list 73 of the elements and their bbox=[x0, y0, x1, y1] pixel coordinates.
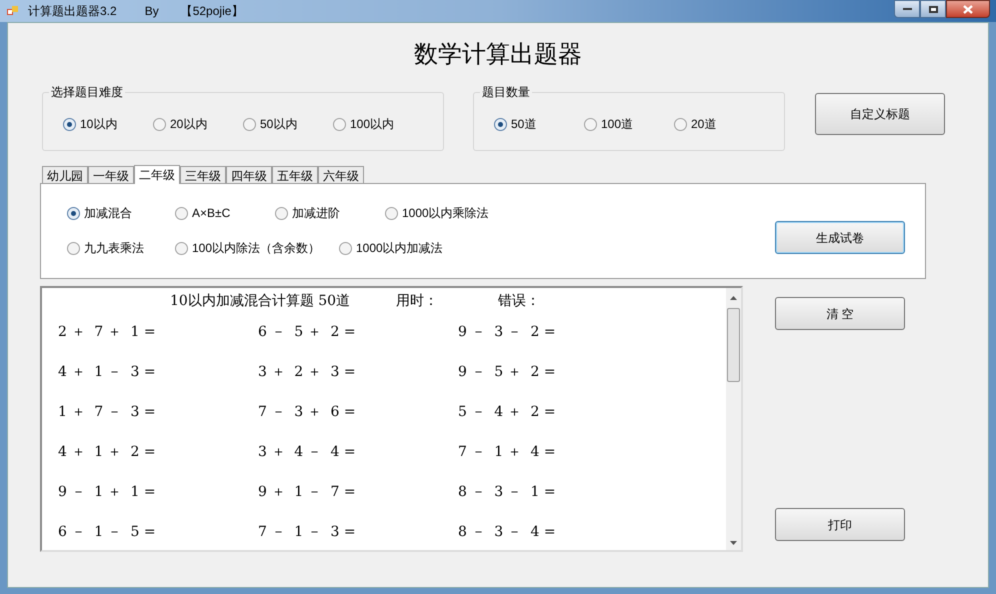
radio-button[interactable] bbox=[674, 118, 687, 130]
radio-option[interactable]: 加减混合 bbox=[67, 204, 175, 222]
scroll-down-icon[interactable] bbox=[730, 541, 737, 545]
app-heading: 数学计算出题器 bbox=[414, 40, 582, 70]
error-label: 错误： bbox=[498, 292, 540, 310]
radio-option[interactable]: 加减进阶 bbox=[275, 204, 385, 222]
grade-tab[interactable]: 幼儿园 bbox=[42, 166, 88, 183]
generate-button[interactable]: 生成试卷 bbox=[775, 221, 905, 254]
radio-option[interactable]: 1000以内加减法 bbox=[339, 239, 479, 257]
window-title: By bbox=[144, 3, 159, 20]
grade-tab[interactable]: 二年级 bbox=[134, 165, 180, 184]
math-problem: 6 － 1 － 5 = bbox=[58, 522, 157, 542]
grade-tab[interactable]: 五年级 bbox=[272, 166, 318, 183]
grade-tab[interactable]: 三年级 bbox=[180, 166, 226, 183]
radio-button[interactable] bbox=[67, 242, 80, 254]
math-problem: 7 － 1 ＋ 4 = bbox=[458, 442, 557, 462]
math-problem: 9 － 3 － 2 = bbox=[458, 322, 557, 342]
close-button[interactable] bbox=[946, 0, 990, 18]
math-problem: 1 ＋ 7 － 3 = bbox=[58, 402, 157, 422]
radio-button[interactable] bbox=[333, 118, 346, 130]
custom-title-button[interactable]: 自定义标题 bbox=[815, 93, 945, 135]
math-problem: 4 ＋ 1 ＋ 2 = bbox=[58, 442, 157, 462]
math-problem: 3 ＋ 4 － 4 = bbox=[258, 442, 357, 462]
maximize-button[interactable] bbox=[920, 0, 946, 18]
window-title: 计算题出题器3.2 bbox=[28, 3, 117, 20]
radio-option[interactable]: 100道 bbox=[584, 115, 674, 133]
radio-option[interactable]: 100以内除法（含余数） bbox=[175, 239, 339, 257]
group-label: 选择题目难度 bbox=[50, 84, 124, 101]
radio-button[interactable] bbox=[275, 206, 288, 220]
worksheet-title: 10以内加减混合计算题 50道 bbox=[170, 292, 350, 310]
app-icon bbox=[6, 4, 20, 18]
clear-button[interactable]: 清 空 bbox=[775, 297, 905, 330]
radio-button[interactable] bbox=[175, 206, 188, 220]
math-problem: 4 ＋ 1 － 3 = bbox=[58, 362, 157, 382]
radio-button[interactable] bbox=[153, 118, 166, 130]
math-problem: 5 － 4 ＋ 2 = bbox=[458, 402, 557, 422]
group-label: 题目数量 bbox=[481, 84, 531, 101]
math-problem: 8 － 3 － 1 = bbox=[458, 482, 557, 502]
radio-button[interactable] bbox=[63, 118, 76, 130]
radio-option[interactable]: 50以内 bbox=[243, 115, 333, 133]
time-label: 用时： bbox=[396, 292, 438, 310]
grade-tab[interactable]: 四年级 bbox=[226, 166, 272, 183]
minimize-button[interactable] bbox=[894, 0, 920, 18]
radio-button[interactable] bbox=[67, 206, 80, 220]
math-problem: 9 － 1 ＋ 1 = bbox=[58, 482, 157, 502]
radio-option[interactable]: 1000以内乘除法 bbox=[385, 204, 525, 222]
radio-button[interactable] bbox=[175, 242, 188, 254]
radio-button[interactable] bbox=[243, 118, 256, 130]
math-problem: 9 － 5 ＋ 2 = bbox=[458, 362, 557, 382]
radio-option[interactable]: 20道 bbox=[674, 115, 764, 133]
radio-option[interactable]: 50道 bbox=[494, 115, 584, 133]
math-problem: 9 ＋ 1 － 7 = bbox=[258, 482, 357, 502]
radio-option[interactable]: 20以内 bbox=[153, 115, 243, 133]
radio-button[interactable] bbox=[385, 206, 398, 220]
radio-button[interactable] bbox=[494, 118, 507, 130]
print-button[interactable]: 打印 bbox=[775, 508, 905, 541]
close-icon bbox=[963, 4, 973, 14]
radio-button[interactable] bbox=[584, 118, 597, 130]
math-problem: 7 － 1 － 3 = bbox=[258, 522, 357, 542]
math-problem: 7 － 3 ＋ 6 = bbox=[258, 402, 357, 422]
radio-option[interactable]: 九九表乘法 bbox=[67, 239, 175, 257]
math-problem: 6 － 5 ＋ 2 = bbox=[258, 322, 357, 342]
radio-option[interactable]: 10以内 bbox=[63, 115, 153, 133]
radio-option[interactable]: A×B±C bbox=[175, 204, 275, 222]
radio-option[interactable]: 100以内 bbox=[333, 115, 423, 133]
grade-tab[interactable]: 六年级 bbox=[318, 166, 364, 183]
window-title: 【52pojie】 bbox=[180, 3, 244, 20]
grade-tab[interactable]: 一年级 bbox=[88, 166, 134, 183]
radio-button[interactable] bbox=[339, 242, 352, 254]
math-problem: 8 － 3 － 4 = bbox=[458, 522, 557, 542]
math-problem: 2 ＋ 7 ＋ 1 = bbox=[58, 322, 157, 342]
scrollbar-thumb[interactable] bbox=[727, 308, 740, 382]
math-problem: 3 ＋ 2 ＋ 3 = bbox=[258, 362, 357, 382]
